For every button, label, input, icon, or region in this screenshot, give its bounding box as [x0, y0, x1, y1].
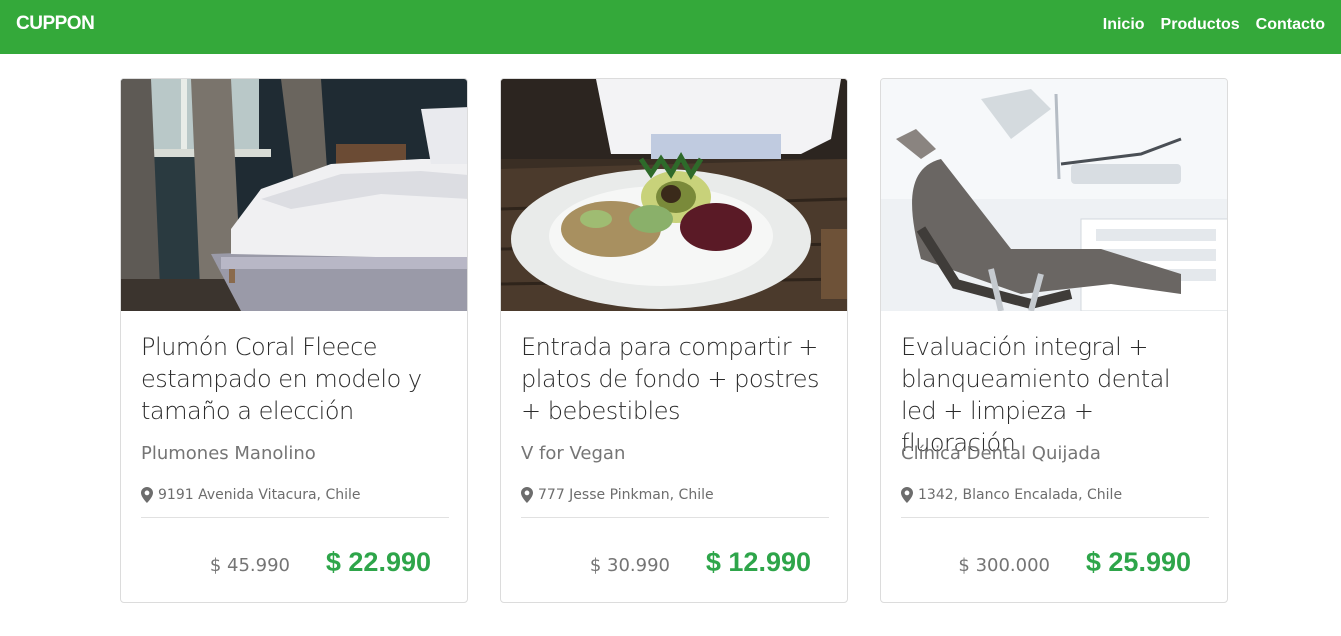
product-address: 9191 Avenida Vitacura, Chile — [141, 487, 361, 503]
discount-price: $ 12.990 — [705, 547, 811, 577]
merchant-name: V for Vegan — [521, 443, 626, 464]
product-image[interactable] — [121, 79, 467, 311]
product-card[interactable]: Plumón Coral Fleece estampado en modelo … — [120, 78, 468, 603]
original-price: $ 30.990 — [589, 555, 670, 576]
navbar: CUPPON Inicio Productos Contacto — [0, 0, 1341, 54]
divider — [901, 517, 1209, 518]
map-marker-icon — [521, 487, 533, 503]
merchant-name: Clínica Dental Quijada — [901, 443, 1101, 464]
product-image[interactable] — [881, 79, 1227, 311]
map-marker-icon — [141, 487, 153, 503]
product-image[interactable] — [501, 79, 847, 311]
merchant-name: Plumones Manolino — [141, 443, 316, 464]
discount-price: $ 25.990 — [1085, 547, 1191, 577]
brand-logo[interactable]: CUPPON — [16, 13, 95, 35]
product-address: 1342, Blanco Encalada, Chile — [901, 487, 1122, 503]
divider — [521, 517, 829, 518]
address-text: 1342, Blanco Encalada, Chile — [918, 487, 1123, 503]
address-text: 777 Jesse Pinkman, Chile — [538, 487, 714, 503]
product-title[interactable]: Plumón Coral Fleece estampado en modelo … — [141, 331, 451, 427]
divider — [141, 517, 449, 518]
original-price: $ 45.990 — [209, 555, 290, 576]
nav-inicio-link[interactable]: Inicio — [1103, 16, 1145, 34]
product-title[interactable]: Evaluación integral + blanqueamiento den… — [901, 331, 1211, 459]
nav-productos-link[interactable]: Productos — [1161, 16, 1240, 34]
nav-contacto-link[interactable]: Contacto — [1256, 16, 1325, 34]
original-price: $ 300.000 — [958, 555, 1050, 576]
product-card[interactable]: Entrada para compartir + platos de fondo… — [500, 78, 848, 603]
map-marker-icon — [901, 487, 913, 503]
product-title[interactable]: Entrada para compartir + platos de fondo… — [521, 331, 831, 427]
discount-price: $ 22.990 — [325, 547, 431, 577]
product-card[interactable]: Evaluación integral + blanqueamiento den… — [880, 78, 1228, 603]
nav-menu: Inicio Productos Contacto — [1103, 16, 1325, 34]
address-text: 9191 Avenida Vitacura, Chile — [158, 487, 361, 503]
product-address: 777 Jesse Pinkman, Chile — [521, 487, 714, 503]
